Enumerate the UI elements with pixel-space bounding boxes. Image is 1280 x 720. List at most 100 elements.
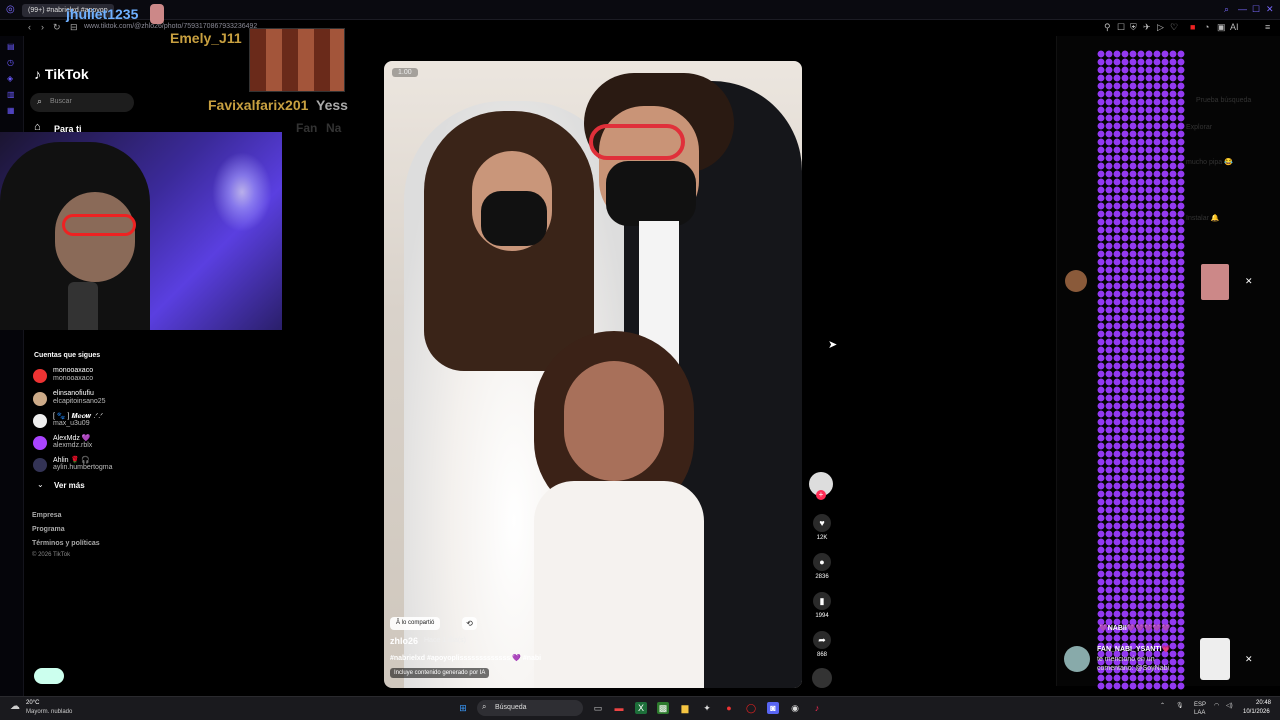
- save-button[interactable]: ▮ 1994: [812, 592, 832, 619]
- chat-faint-text: Explorar: [1186, 124, 1213, 131]
- chat-banner: 💜NABII💜💜💜💜💜: [1099, 625, 1171, 632]
- footer-link-programa[interactable]: Programa: [32, 526, 65, 533]
- theme-toggle[interactable]: [34, 668, 64, 684]
- avatar: [33, 436, 47, 450]
- share-button[interactable]: ➦ 868: [812, 631, 832, 658]
- post-hashtags[interactable]: #nabrielxd #apoyoplisssssssssssss 💜 #nab…: [390, 654, 541, 662]
- footer-link-empresa[interactable]: Empresa: [32, 512, 62, 519]
- close-icon[interactable]: ✕: [1245, 276, 1253, 287]
- minimize-icon[interactable]: —: [1238, 4, 1247, 14]
- webcam-feed: [0, 132, 282, 330]
- taskbar-search[interactable]: Búsqueda: [477, 700, 583, 716]
- windows-start-icon[interactable]: ⊞: [457, 702, 469, 714]
- minecraft-icon[interactable]: ▩: [657, 702, 669, 714]
- search-input[interactable]: ⌕ Buscar: [30, 93, 134, 112]
- volume-icon[interactable]: ◁): [1226, 702, 1233, 709]
- post-photo[interactable]: 1.00 Â lo compartió ⟲ zhlo26 Hace 1 día(…: [384, 61, 802, 688]
- like-button[interactable]: ♥ 12K: [812, 514, 832, 541]
- sound-disc-icon[interactable]: [812, 668, 832, 688]
- lang-2[interactable]: LAA: [1194, 710, 1205, 716]
- account-name: AlexMdz 💜: [53, 435, 91, 442]
- account-handle: max_u3u09: [53, 420, 90, 427]
- overlay-chat-name: Yess: [316, 97, 348, 113]
- comment-icon: ●: [813, 553, 831, 571]
- close-icon[interactable]: ✕: [1266, 4, 1274, 15]
- taskview-icon[interactable]: ▭: [592, 702, 604, 714]
- rail-icon-3[interactable]: ◈: [7, 74, 13, 83]
- avatar: [33, 414, 47, 428]
- avatar: [33, 369, 47, 383]
- post-username[interactable]: zhlo26: [390, 636, 418, 646]
- extension-icon[interactable]: ■: [1190, 22, 1195, 32]
- wifi-icon[interactable]: ◠: [1214, 702, 1219, 709]
- follow-plus-icon[interactable]: +: [816, 490, 826, 500]
- tiktok-app-icon[interactable]: ♪: [811, 702, 823, 714]
- shared-by-badge[interactable]: Â lo compartió: [390, 617, 441, 630]
- chevron-down-icon: ⌄: [37, 480, 44, 489]
- url-text[interactable]: www.tiktok.com/@zhlo26/photo/75931708679…: [84, 23, 257, 30]
- app-icon-2[interactable]: ✦: [701, 702, 713, 714]
- obs-icon[interactable]: ◉: [789, 702, 801, 714]
- rail-icon-2[interactable]: ◷: [7, 58, 14, 67]
- wallet-icon[interactable]: ▣: [1217, 22, 1226, 33]
- notification-avatar[interactable]: [1064, 646, 1090, 672]
- chat-thumbnail[interactable]: [1201, 264, 1229, 300]
- ai-label[interactable]: AI: [1230, 22, 1239, 32]
- account-handle: alexmdz.rblx: [53, 442, 93, 449]
- tiktok-logo[interactable]: ♪ TikTok: [34, 66, 89, 82]
- search-icon[interactable]: ⌕: [1224, 4, 1229, 15]
- menu-icon[interactable]: ≡: [1265, 22, 1270, 32]
- save-count: 1994: [815, 613, 829, 619]
- pin-icon[interactable]: ⚲: [1104, 22, 1111, 33]
- rail-icon-5[interactable]: ▦: [7, 106, 15, 115]
- reload-icon[interactable]: ↻: [53, 22, 61, 33]
- browser-logo-icon[interactable]: ◎: [6, 4, 15, 15]
- heart-emote-spam: [1097, 50, 1185, 690]
- slide-counter: 1.00: [392, 68, 418, 77]
- share-count: 868: [816, 652, 827, 658]
- see-more-link[interactable]: Ver más: [54, 481, 85, 490]
- account-handle: monooaxaco: [53, 375, 94, 382]
- maximize-icon[interactable]: ☐: [1252, 4, 1260, 15]
- site-info-icon[interactable]: ⊟: [70, 22, 78, 33]
- weather-desc: Mayorm. nublado: [26, 709, 73, 715]
- translate-icon[interactable]: ✈: [1143, 22, 1151, 33]
- opera-icon[interactable]: ◯: [745, 702, 757, 714]
- heart-icon: ♥: [813, 514, 831, 532]
- emote-image: [249, 28, 345, 92]
- play-icon[interactable]: ▷: [1157, 22, 1164, 33]
- discord-icon[interactable]: ◙: [767, 702, 779, 714]
- excel-icon[interactable]: X: [635, 702, 647, 714]
- close-icon[interactable]: ✕: [1245, 654, 1253, 665]
- footer-link-terminos[interactable]: Términos y políticas: [32, 540, 100, 547]
- notification-image[interactable]: [1200, 638, 1230, 680]
- browser-titlebar: [0, 0, 1280, 20]
- chat-faint-text: mucho pipa 😂: [1186, 159, 1233, 166]
- bookmark-icon[interactable]: ☐: [1117, 22, 1125, 33]
- lang-1[interactable]: ESP: [1194, 702, 1206, 708]
- clock-date[interactable]: 10/1/2026: [1243, 709, 1270, 715]
- tiktok-logo-text: TikTok: [44, 66, 89, 82]
- avatar: [33, 392, 47, 406]
- notification-name: FAN_NABI_YSANTI💗: [1097, 646, 1171, 653]
- weather-temp: 20°C: [26, 700, 40, 706]
- following-title: Cuentas que sigues: [34, 352, 101, 359]
- rail-icon-1[interactable]: ▤: [7, 42, 15, 51]
- sticker-image: [150, 4, 164, 24]
- shield-icon[interactable]: ⛨: [1130, 22, 1137, 33]
- back-icon[interactable]: ‹: [28, 22, 31, 32]
- heart-icon[interactable]: ♡: [1170, 22, 1178, 33]
- repost-icon[interactable]: ⟲: [462, 617, 477, 630]
- clock-time[interactable]: 20:48: [1256, 700, 1271, 706]
- rail-icon-4[interactable]: ▥: [7, 90, 15, 99]
- weather-icon[interactable]: ☁: [10, 701, 20, 712]
- comment-button[interactable]: ● 2836: [812, 553, 832, 580]
- mic-icon[interactable]: 🎙: [1176, 702, 1184, 709]
- chat-avatar[interactable]: [1065, 270, 1087, 292]
- app-icon-3[interactable]: ●: [723, 702, 735, 714]
- forward-icon[interactable]: ›: [41, 22, 44, 32]
- chat-icon[interactable]: ◔: [1204, 22, 1209, 32]
- folder-icon[interactable]: ▆: [679, 702, 691, 714]
- tray-chevron-icon[interactable]: ⌃: [1160, 702, 1165, 709]
- app-icon-1[interactable]: ▬: [613, 702, 625, 714]
